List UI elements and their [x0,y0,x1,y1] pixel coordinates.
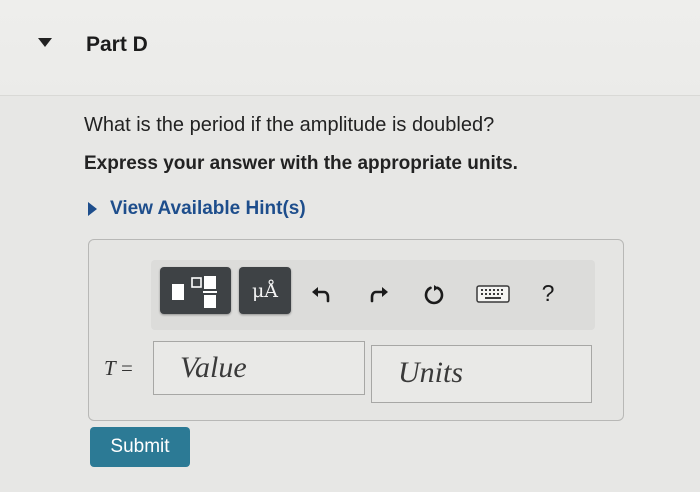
header-divider [0,95,700,96]
answer-label: T = [104,356,133,381]
undo-icon [312,287,330,303]
templates-button[interactable] [160,267,231,314]
keyboard-icon [476,285,510,303]
answer-equals: = [120,356,133,380]
help-label: ? [541,279,555,306]
submit-label: Submit [110,436,170,457]
view-hints-link[interactable]: View Available Hint(s) [88,198,306,220]
submit-button[interactable]: Submit [90,427,190,467]
units-button-label: μÅ [251,279,279,302]
collapse-caret-icon[interactable] [38,38,52,47]
units-button[interactable]: μÅ [239,267,291,314]
part-title: Part D [86,33,148,56]
value-input[interactable]: Value [153,341,365,395]
reset-button[interactable] [420,281,448,309]
help-button[interactable]: ? [534,279,562,307]
redo-button[interactable] [365,280,393,308]
undo-button[interactable] [307,280,335,308]
part-header[interactable]: Part D [0,0,700,95]
units-input[interactable]: Units [371,345,592,403]
redo-icon [370,287,388,303]
answer-variable: T [104,356,116,380]
reset-icon [424,285,444,305]
math-toolbar: μÅ ? [151,260,595,330]
keyboard-button[interactable] [475,280,511,308]
value-placeholder: Value [180,351,247,384]
hint-expand-arrow-icon [88,202,97,216]
templates-icon [172,276,217,308]
units-placeholder: Units [398,356,464,389]
view-hints-label: View Available Hint(s) [110,198,306,219]
question-text: What is the period if the amplitude is d… [84,114,495,136]
answer-instruction: Express your answer with the appropriate… [84,153,518,174]
